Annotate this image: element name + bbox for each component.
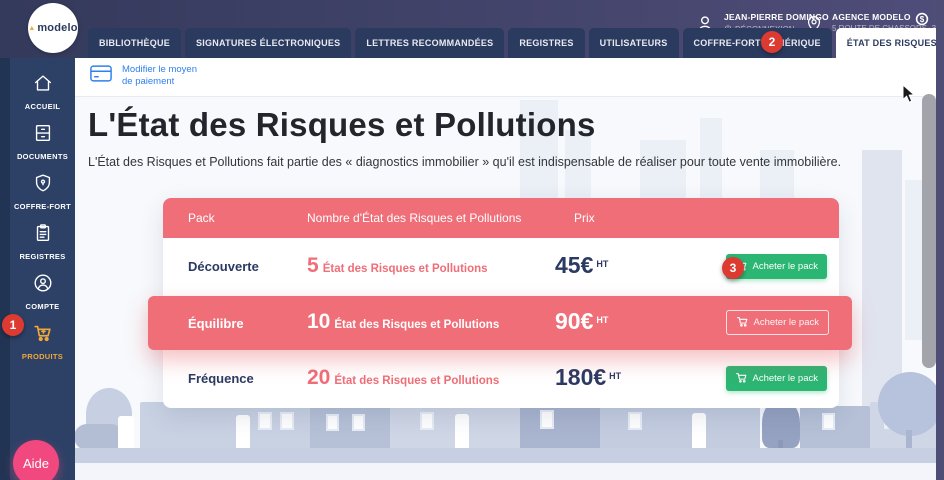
buy-pack-label: Acheter le pack — [753, 373, 818, 384]
tab-utilisateurs[interactable]: UTILISATEURS — [589, 28, 679, 58]
cart-plus-icon — [32, 322, 54, 349]
logo-mark-icon: ▲ — [28, 25, 35, 32]
subheader-bar: Modifier le moyen de paiement — [75, 58, 936, 97]
pack-count-unit: État des Risques et Pollutions — [323, 263, 488, 275]
top-header: JEAN-PIERRE DOMINGO DÉCONNEXION AGENCE M… — [0, 0, 944, 58]
pricing-table-header: Pack Nombre d'État des Risques et Pollut… — [163, 198, 839, 238]
clipboard-icon — [32, 222, 54, 249]
tab-registres[interactable]: REGISTRES — [508, 28, 584, 58]
pack-price: 90€HT — [555, 308, 608, 335]
buy-pack-button-outline[interactable]: Acheter le pack — [726, 310, 829, 335]
column-header-price: Prix — [574, 211, 595, 225]
table-row-frequence: Fréquence 20 État des Risques et Pollutio… — [163, 350, 839, 408]
price-amount: 180€ — [555, 364, 606, 390]
pack-name: Découverte — [188, 259, 259, 274]
modelo-logo[interactable]: ▲ modelo — [28, 3, 78, 53]
account-icon — [32, 272, 54, 299]
pack-count: 20 État des Risques et Pollutions — [307, 366, 499, 390]
page-title: L'État des Risques et Pollutions — [88, 106, 596, 144]
scrollbar-thumb[interactable] — [922, 94, 936, 368]
pack-count-number: 5 — [307, 254, 319, 277]
sidebar-item-label: REGISTRES — [19, 252, 65, 261]
sidebar-item-compte[interactable]: COMPTE — [10, 266, 75, 316]
scrollbar-track — [936, 0, 944, 480]
change-payment-label: Modifier le moyen de paiement — [122, 64, 197, 88]
pack-count: 5 État des Risques et Pollutions — [307, 254, 488, 278]
tab-signatures-electroniques[interactable]: SIGNATURES ÉLECTRONIQUES — [185, 28, 351, 58]
price-tax: HT — [596, 259, 608, 269]
sidebar-item-label: PRODUITS — [22, 352, 63, 361]
svg-text:$: $ — [920, 15, 925, 24]
sidebar-item-label: DOCUMENTS — [17, 152, 68, 161]
sidebar-edge-strip — [0, 58, 10, 480]
sidebar-item-label: COMPTE — [26, 302, 60, 311]
sidebar-item-documents[interactable]: DOCUMENTS — [10, 116, 75, 166]
buy-pack-label: Acheter le pack — [754, 317, 819, 328]
buy-pack-button[interactable]: Acheter le pack — [726, 366, 827, 391]
documents-drawer-icon — [32, 122, 54, 149]
pack-count: 10 État des Risques et Pollutions — [307, 310, 499, 334]
price-tax: HT — [609, 371, 621, 381]
page-description: L'État des Risques et Pollutions fait pa… — [88, 155, 841, 169]
annotation-badge-2: 2 — [761, 31, 783, 53]
pack-price: 180€HT — [555, 364, 621, 391]
tab-bibliotheque[interactable]: BIBLIOTHÈQUE — [88, 28, 181, 58]
pack-count-unit: État des Risques et Pollutions — [334, 319, 499, 331]
tab-coffre-fort-numerique[interactable]: COFFRE-FORT NUMÉRIQUE — [683, 28, 832, 58]
main-nav-tabs: BIBLIOTHÈQUE SIGNATURES ÉLECTRONIQUES LE… — [88, 28, 944, 58]
pack-count-number: 20 — [307, 366, 330, 389]
sidebar: ACCUEIL DOCUMENTS COFFRE-FORT REGISTRES — [0, 58, 75, 480]
pack-count-number: 10 — [307, 310, 330, 333]
sidebar-item-coffre-fort[interactable]: COFFRE-FORT — [10, 166, 75, 216]
tab-lettres-recommandees[interactable]: LETTRES RECOMMANDÉES — [355, 28, 504, 58]
price-amount: 45€ — [555, 252, 593, 278]
app-window: L'État des Risques et Pollutions L'État … — [0, 0, 944, 480]
change-payment-link[interactable]: Modifier le moyen de paiement — [90, 64, 197, 88]
home-icon — [32, 72, 54, 99]
pack-name: Équilibre — [188, 316, 244, 331]
cart-icon — [736, 315, 749, 331]
buy-pack-label: Acheter le pack — [753, 261, 818, 272]
sidebar-item-label: ACCUEIL — [25, 102, 60, 111]
logo-text: modelo — [37, 22, 77, 34]
cart-icon — [735, 371, 748, 387]
annotation-badge-3: 3 — [722, 257, 744, 279]
sidebar-item-registres[interactable]: REGISTRES — [10, 216, 75, 266]
pack-name: Fréquence — [188, 371, 254, 386]
price-amount: 90€ — [555, 308, 593, 334]
pack-price: 45€HT — [555, 252, 608, 279]
price-tax: HT — [596, 315, 608, 325]
help-button[interactable]: Aide — [13, 440, 59, 480]
column-header-pack: Pack — [188, 211, 215, 225]
pack-count-unit: État des Risques et Pollutions — [334, 375, 499, 387]
sidebar-item-accueil[interactable]: ACCUEIL — [10, 66, 75, 116]
shield-icon — [32, 172, 54, 199]
table-row-equilibre-highlighted: Équilibre 10 État des Risques et Pollutio… — [148, 296, 852, 350]
annotation-badge-1: 1 — [2, 314, 24, 336]
tab-etat-des-risques-et-pollutions[interactable]: ÉTAT DES RISQUES ET POLLUTIONS — [836, 28, 944, 58]
column-header-count: Nombre d'État des Risques et Pollutions — [307, 211, 521, 225]
credit-card-icon — [90, 65, 112, 87]
sidebar-item-label: COFFRE-FORT — [14, 202, 71, 211]
